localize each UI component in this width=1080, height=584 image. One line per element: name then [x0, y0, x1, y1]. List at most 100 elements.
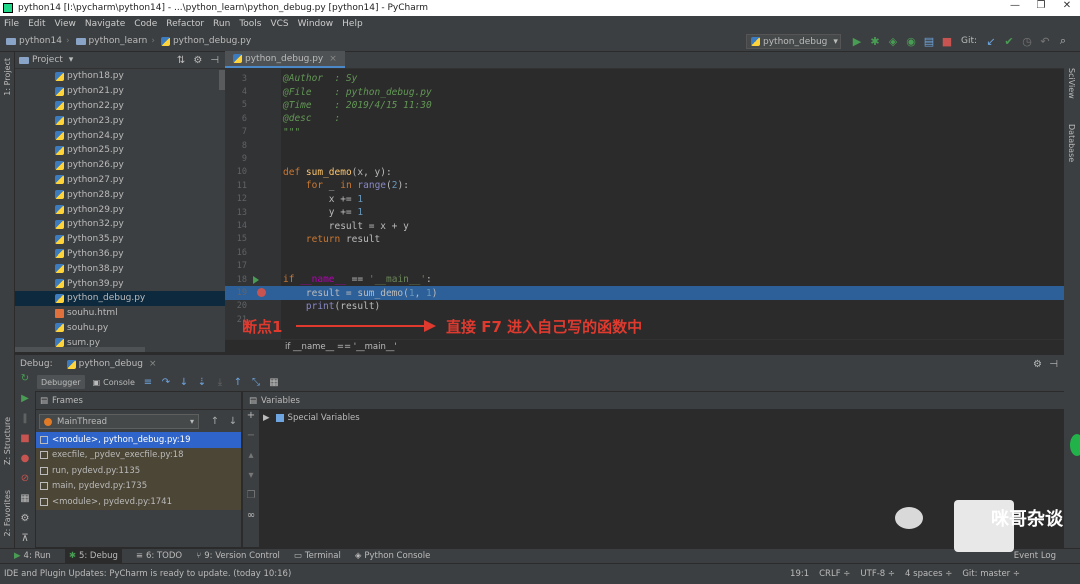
chevron-down-icon[interactable]: ▾ — [69, 55, 74, 65]
project-file-item[interactable]: python28.py — [15, 187, 225, 202]
close-tab-icon[interactable]: × — [149, 359, 157, 369]
git-branch[interactable]: Git: master ÷ — [962, 569, 1020, 579]
project-file-item[interactable]: python22.py — [15, 99, 225, 114]
code-line[interactable]: 11 for _ in range(2): — [225, 179, 1064, 192]
frame-item[interactable]: <module>, python_debug.py:19 — [36, 432, 241, 448]
project-file-item[interactable]: Python36.py — [15, 247, 225, 262]
tab-python-console[interactable]: ◈ Python Console — [355, 551, 430, 561]
special-variables-row[interactable]: ▶ Special Variables — [263, 413, 360, 423]
remove-watch-icon[interactable]: − — [243, 430, 259, 450]
view-breakpoints-icon[interactable]: ● — [15, 453, 35, 473]
collapse-icon[interactable]: ⇅ — [177, 55, 185, 66]
code-line[interactable]: 6 @desc : — [225, 112, 1064, 125]
resume-icon[interactable]: ▶ — [15, 393, 35, 413]
line-number[interactable]: 16 — [225, 248, 247, 258]
code-line[interactable]: 12 x += 1 — [225, 193, 1064, 206]
console-tab[interactable]: ▣ Console — [89, 375, 139, 389]
tab-terminal[interactable]: ▭ Terminal — [294, 551, 341, 561]
frame-item[interactable]: <module>, pydevd.py:1741 — [36, 494, 241, 510]
coverage-icon[interactable]: ◈ — [884, 35, 902, 48]
code-line[interactable]: 9 — [225, 152, 1064, 165]
gear-icon[interactable]: ⚙ — [1033, 359, 1042, 370]
minimize-button[interactable]: — — [1002, 0, 1028, 11]
project-file-item[interactable]: souhu.py — [15, 321, 225, 336]
evaluate-icon[interactable]: ▦ — [265, 377, 283, 388]
project-file-item[interactable]: python27.py — [15, 173, 225, 188]
code-line[interactable]: 5 @Time : 2019/4/15 11:30 — [225, 99, 1064, 112]
search-icon[interactable]: ⌕ — [1054, 34, 1072, 48]
tab-debug[interactable]: ✱ 5: Debug — [64, 548, 122, 564]
code-line[interactable]: 18 if __name__ == '__main__': — [225, 273, 1064, 286]
move-up-icon[interactable]: ▴ — [243, 450, 259, 470]
next-frame-icon[interactable]: ↓ — [224, 416, 242, 427]
thread-select[interactable]: MainThread ▾ — [39, 414, 199, 429]
mute-breakpoints-icon[interactable]: ⊘ — [15, 473, 35, 493]
code-line[interactable]: 7 """ — [225, 126, 1064, 139]
frame-item[interactable]: run, pydevd.py:1135 — [36, 463, 241, 479]
tab-run[interactable]: ▶ 4: Run — [14, 551, 51, 561]
event-log-tab[interactable]: Event Log — [1014, 551, 1056, 561]
line-number[interactable]: 17 — [225, 261, 247, 271]
line-number[interactable]: 9 — [225, 154, 247, 164]
project-hscrollbar[interactable] — [15, 347, 145, 352]
code-line[interactable]: 19 result = sum_demo(1, 1) — [225, 286, 1064, 300]
project-file-item[interactable]: python23.py — [15, 113, 225, 128]
step-into-my-code-icon[interactable]: ⇣ — [193, 377, 211, 388]
force-step-into-icon[interactable]: ⤓ — [211, 377, 229, 388]
line-number[interactable]: 15 — [225, 234, 247, 244]
line-number[interactable]: 8 — [225, 141, 247, 151]
rerun-icon[interactable]: ↻ — [15, 373, 35, 393]
project-file-item[interactable]: Python39.py — [15, 276, 225, 291]
code-line[interactable]: 17 — [225, 260, 1064, 273]
code-line[interactable]: 13 y += 1 — [225, 206, 1064, 219]
favorites-tool-tab[interactable]: 2: Favorites — [3, 490, 12, 536]
project-file-item[interactable]: python32.py — [15, 217, 225, 232]
line-number[interactable]: 10 — [225, 167, 247, 177]
copy-icon[interactable]: ❐ — [243, 490, 259, 510]
editor-breadcrumb[interactable]: if __name__ == '__main__' — [225, 339, 1064, 353]
settings-icon[interactable]: ⚙ — [15, 513, 35, 533]
menu-navigate[interactable]: Navigate — [85, 19, 125, 29]
project-file-item[interactable]: python29.py — [15, 202, 225, 217]
git-history-icon[interactable]: ◷ — [1018, 35, 1036, 48]
project-file-item[interactable]: python_debug.py — [15, 290, 225, 306]
concurrency-icon[interactable]: ▤ — [920, 35, 938, 48]
frame-item[interactable]: main, pydevd.py:1735 — [36, 478, 241, 494]
menu-vcs[interactable]: VCS — [270, 19, 288, 29]
line-number[interactable]: 4 — [225, 87, 247, 97]
menu-edit[interactable]: Edit — [28, 19, 45, 29]
project-file-item[interactable]: Python38.py — [15, 261, 225, 276]
profile-icon[interactable]: ◉ — [902, 35, 920, 48]
breadcrumb-project[interactable]: python14 — [6, 36, 62, 46]
menu-code[interactable]: Code — [134, 19, 157, 29]
run-icon[interactable]: ▶ — [848, 35, 866, 48]
expand-icon[interactable]: ▶ — [263, 413, 270, 423]
git-revert-icon[interactable]: ↶ — [1036, 35, 1054, 48]
step-over-icon[interactable]: ↷ — [157, 377, 175, 388]
hide-icon[interactable]: ⊣ — [210, 55, 219, 66]
menu-tools[interactable]: Tools — [239, 19, 261, 29]
gear-icon[interactable]: ⚙ — [193, 55, 202, 66]
line-number[interactable]: 6 — [225, 114, 247, 124]
step-into-icon[interactable]: ↓ — [175, 377, 193, 388]
code-line[interactable]: 16 — [225, 246, 1064, 259]
code-line[interactable]: 20 print(result) — [225, 300, 1064, 313]
plugin-bubble-icon[interactable] — [1070, 434, 1080, 456]
run-to-cursor-icon[interactable]: ⤡ — [247, 377, 265, 388]
step-out-icon[interactable]: ↑ — [229, 377, 247, 388]
sciview-tool-tab[interactable]: SciView — [1067, 68, 1076, 99]
code-line[interactable]: 8 — [225, 139, 1064, 152]
restore-layout-icon[interactable]: ▦ — [15, 493, 35, 513]
run-gutter-icon[interactable] — [253, 276, 259, 284]
project-file-item[interactable]: python21.py — [15, 84, 225, 99]
menu-file[interactable]: File — [4, 19, 19, 29]
show-execution-point-icon[interactable]: ≡ — [139, 377, 157, 388]
database-tool-tab[interactable]: Database — [1067, 124, 1076, 162]
project-file-item[interactable]: python24.py — [15, 128, 225, 143]
code-line[interactable]: 3 @Author : Sy — [225, 72, 1064, 85]
code-line[interactable]: 4 @File : python_debug.py — [225, 85, 1064, 98]
git-update-icon[interactable]: ↙ — [982, 35, 1000, 48]
line-number[interactable]: 18 — [225, 275, 247, 285]
previous-frame-icon[interactable]: ↑ — [206, 416, 224, 427]
debug-session-tab[interactable]: python_debug × — [66, 359, 157, 369]
